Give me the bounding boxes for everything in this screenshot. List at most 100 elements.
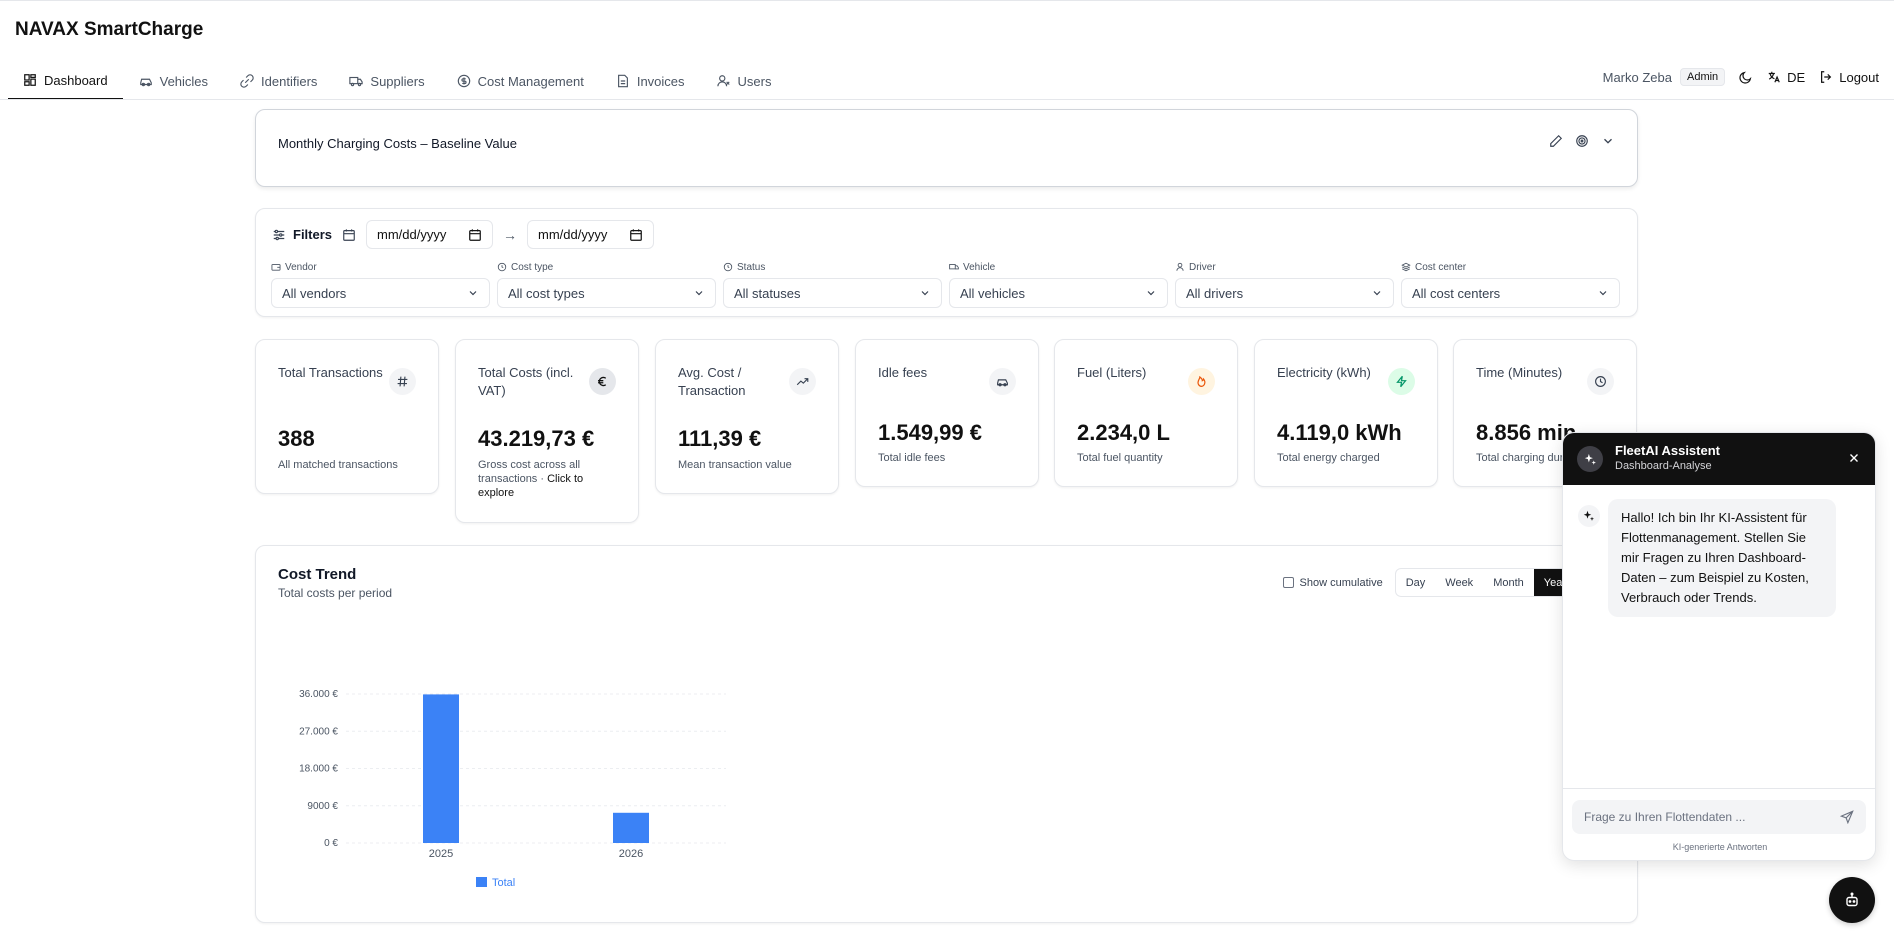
- document-icon: [617, 74, 628, 88]
- kpi-sub: Total fuel quantity: [1077, 452, 1163, 464]
- logout-button[interactable]: Logout: [1819, 70, 1879, 85]
- nav-invoices[interactable]: Invoices: [600, 62, 701, 100]
- baseline-actions: [1549, 134, 1615, 148]
- period-selector: Day Week Month Year: [1394, 568, 1577, 597]
- kpi-label: Idle fees: [878, 365, 928, 380]
- cumulative-label: Show cumulative: [1299, 576, 1383, 589]
- driver-filter: Driver All drivers: [1175, 260, 1394, 308]
- bar: [613, 812, 649, 843]
- driver-select[interactable]: All drivers: [1175, 278, 1394, 308]
- app-title: NAVAX SmartCharge: [15, 19, 204, 40]
- kpi-value: 111,39 €: [678, 426, 762, 451]
- clock-icon: [723, 262, 733, 272]
- kpi-value: 2.234,0 L: [1077, 420, 1170, 445]
- kpi-total-costs[interactable]: Total Costs (incl. VAT) 43.219,73 € Gros…: [455, 339, 639, 523]
- euro-icon: [598, 376, 607, 387]
- role-badge: Admin: [1679, 68, 1726, 86]
- main-nav: Dashboard Vehicles Identifiers Suppliers…: [8, 62, 788, 100]
- nav-label: Cost Management: [477, 73, 584, 89]
- logout-label: Logout: [1839, 69, 1879, 85]
- pencil-icon[interactable]: [1549, 134, 1563, 148]
- kpi-sub: Total energy charged: [1277, 452, 1380, 464]
- select-value: All vendors: [282, 285, 347, 301]
- close-icon[interactable]: [1847, 451, 1861, 465]
- nav-dashboard[interactable]: Dashboard: [8, 62, 123, 100]
- chevron-down-icon: [921, 291, 929, 296]
- nav-vehicles[interactable]: Vehicles: [123, 62, 224, 100]
- filters-heading: Filters: [272, 227, 332, 242]
- chevron-down-icon: [1373, 291, 1381, 296]
- dashboard-icon: [24, 74, 36, 86]
- cost-type-select[interactable]: All cost types: [497, 278, 716, 308]
- bolt-icon: [1396, 375, 1407, 388]
- kpi-icon-wrap: [789, 368, 816, 395]
- cost-trend-card: Cost Trend Total costs per period Show c…: [255, 545, 1638, 923]
- legend-label: Total: [492, 877, 515, 889]
- chat-divider: [1563, 788, 1875, 789]
- vehicle-select[interactable]: All vehicles: [949, 278, 1168, 308]
- period-day[interactable]: Day: [1396, 569, 1436, 596]
- car-icon: [139, 78, 152, 87]
- sparkles-icon: [1583, 510, 1595, 521]
- kpi-avg-cost: Avg. Cost / Transaction 111,39 € Mean tr…: [655, 339, 839, 494]
- cost-center-select[interactable]: All cost centers: [1401, 278, 1620, 308]
- truck-icon: [349, 76, 364, 87]
- cumulative-toggle[interactable]: Show cumulative: [1282, 576, 1383, 589]
- select-value: All statuses: [734, 285, 801, 301]
- y-tick-label: 0 €: [324, 838, 338, 849]
- moon-icon[interactable]: [1739, 70, 1753, 84]
- filter-label: Vehicle: [963, 261, 996, 273]
- translate-icon: [1768, 71, 1780, 83]
- kpi-label: Total Costs (incl. VAT): [478, 365, 574, 398]
- y-tick-label: 36.000 €: [299, 689, 338, 700]
- nav-users[interactable]: Users: [701, 62, 788, 100]
- nav-suppliers[interactable]: Suppliers: [333, 62, 440, 100]
- assistant-message: Hallo! Ich bin Ihr KI-Assistent für Flot…: [1608, 499, 1836, 617]
- chat-input[interactable]: Frage zu Ihren Flottendaten ...: [1572, 800, 1866, 834]
- vendor-filter: Vendor All vendors: [271, 260, 490, 308]
- kpi-icon-wrap: [389, 368, 416, 395]
- language-toggle[interactable]: DE: [1767, 70, 1805, 85]
- kpi-fuel: Fuel (Liters) 2.234,0 L Total fuel quant…: [1054, 339, 1238, 487]
- cost-trend-chart: 0 € 9000 € 18.000 € 27.000 € 36.000 € 2025 202…: [299, 689, 726, 889]
- nav-label: Users: [737, 73, 772, 89]
- date-from-input[interactable]: mm/dd/yyyy: [366, 220, 494, 249]
- y-tick-label: 9000 €: [307, 801, 338, 812]
- status-select[interactable]: All statuses: [723, 278, 942, 308]
- kpi-icon-wrap: [1587, 368, 1614, 395]
- kpi-total-transactions: Total Transactions 388 All matched trans…: [255, 339, 439, 494]
- kpi-sub: Total idle fees: [878, 452, 946, 464]
- nav-cost-management[interactable]: Cost Management: [441, 62, 600, 100]
- kpi-label: Fuel (Liters): [1077, 365, 1147, 380]
- date-to-input[interactable]: mm/dd/yyyy: [527, 220, 655, 249]
- nav-label: Dashboard: [44, 72, 108, 88]
- kpi-idle-fees: Idle fees 1.549,99 € Total idle fees: [855, 339, 1039, 487]
- sparkles-icon: [1584, 453, 1596, 465]
- target-icon[interactable]: [1575, 134, 1589, 148]
- chat-header: FleetAI Assistent Dashboard-Analyse: [1563, 433, 1875, 485]
- cumulative-checkbox[interactable]: [1282, 577, 1294, 588]
- bot-icon: [1846, 892, 1858, 907]
- filter-label: Cost type: [511, 261, 554, 273]
- logout-icon: [1821, 71, 1832, 83]
- period-month[interactable]: Month: [1483, 569, 1534, 596]
- user-icon: [1176, 262, 1184, 271]
- kpi-label: Avg. Cost / Transaction: [678, 365, 746, 398]
- kpi-label: Total Transactions: [278, 365, 383, 380]
- chat-bot-button[interactable]: [1829, 877, 1875, 923]
- vendor-select[interactable]: All vendors: [271, 278, 490, 308]
- date-to-placeholder: mm/dd/yyyy: [538, 227, 608, 242]
- calendar-icon: [630, 228, 642, 241]
- x-tick-label: 2026: [619, 848, 643, 860]
- kpi-icon-wrap: [1188, 368, 1215, 395]
- period-week[interactable]: Week: [1435, 569, 1483, 596]
- nav-identifiers[interactable]: Identifiers: [224, 62, 333, 100]
- nav-label: Identifiers: [261, 73, 318, 89]
- ai-chat-panel: FleetAI Assistent Dashboard-Analyse Hall…: [1562, 432, 1876, 861]
- x-tick-label: 2025: [429, 848, 453, 860]
- send-icon[interactable]: [1840, 810, 1854, 824]
- chevron-down-icon[interactable]: [1601, 134, 1615, 148]
- baseline-card[interactable]: Monthly Charging Costs – Baseline Value: [255, 109, 1638, 187]
- kpi-icon-wrap: [989, 368, 1016, 395]
- user-name: Marko Zeba: [1602, 69, 1672, 85]
